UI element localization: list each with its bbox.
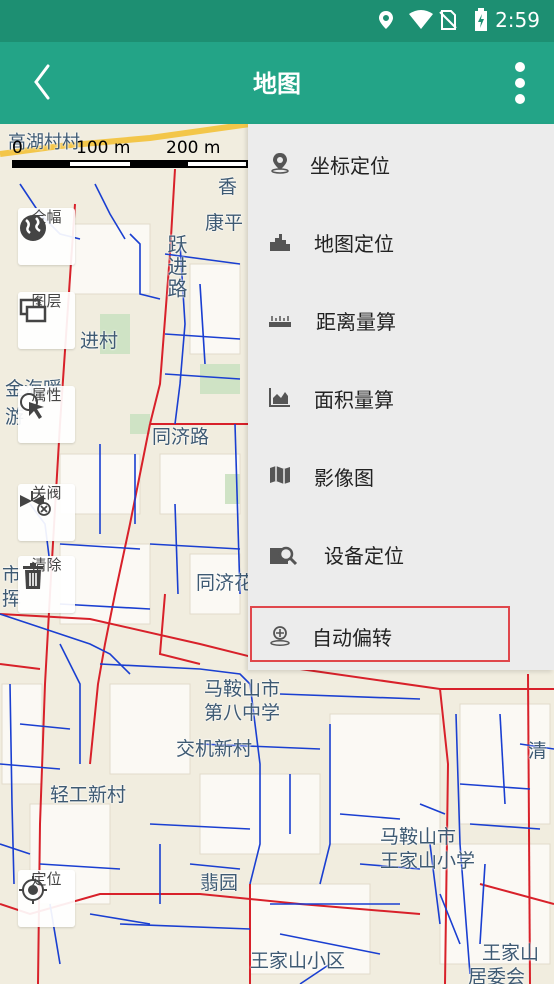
app-bar: 地图 bbox=[0, 42, 554, 124]
ruler-icon bbox=[269, 316, 291, 327]
overflow-menu: 坐标定位 地图定位 距离量算 面积量算 影像图 设备定位 自动偏转 bbox=[248, 124, 554, 670]
menu-item-label: 地图定位 bbox=[314, 232, 394, 256]
map-label: 第八中学 bbox=[204, 702, 281, 724]
trash-icon bbox=[23, 563, 43, 589]
map-label: 王家山小区 bbox=[250, 950, 346, 972]
scale-bar: 0 100 m 200 m bbox=[12, 138, 248, 172]
map-label: 王家山小学 bbox=[380, 850, 476, 872]
location-icon bbox=[379, 11, 393, 29]
map-label: 跃进路 bbox=[164, 234, 188, 300]
map-label: 交机新村 bbox=[176, 738, 253, 760]
tool-close-valve-button[interactable]: 关阀 bbox=[18, 484, 75, 541]
menu-item-distance-measure[interactable]: 距离量算 bbox=[248, 280, 554, 358]
map-label: 翡园 bbox=[200, 872, 239, 894]
map-label: 同济花 bbox=[196, 572, 254, 594]
globe-icon bbox=[20, 215, 46, 241]
page-title: 地图 bbox=[253, 70, 301, 98]
tool-locate-button[interactable]: 定位 bbox=[18, 870, 75, 927]
status-bar: 2:59 bbox=[0, 0, 554, 42]
more-vert-icon[interactable] bbox=[508, 60, 532, 106]
pin-icon bbox=[271, 153, 289, 174]
map-label: 轻工新村 bbox=[50, 784, 127, 806]
menu-item-coordinate-locate[interactable]: 坐标定位 bbox=[248, 124, 554, 202]
city-icon bbox=[270, 234, 290, 251]
menu-item-device-locate[interactable]: 设备定位 bbox=[248, 514, 554, 592]
area-chart-icon bbox=[269, 388, 290, 407]
map-label: 进村 bbox=[80, 330, 119, 352]
scale-label: 200 m bbox=[166, 138, 221, 158]
map-label: 清 bbox=[528, 740, 548, 762]
menu-item-label: 面积量算 bbox=[314, 388, 394, 412]
menu-item-label: 自动偏转 bbox=[312, 626, 392, 650]
battery-charging-icon bbox=[475, 8, 487, 31]
scale-label: 100 m bbox=[76, 138, 131, 158]
scale-label: 0 bbox=[12, 138, 23, 158]
map-label: 王家山 bbox=[482, 942, 540, 964]
map-label: 马鞍山市 bbox=[380, 826, 457, 848]
menu-item-imagery[interactable]: 影像图 bbox=[248, 436, 554, 514]
map-label: 同济路 bbox=[152, 426, 210, 448]
crosshair-icon bbox=[19, 876, 47, 904]
scale-bar-graphic bbox=[12, 160, 248, 168]
tool-full-extent-button[interactable]: 全幅 bbox=[18, 208, 75, 265]
map-label: 香 bbox=[218, 176, 238, 198]
map-image-icon bbox=[270, 466, 290, 484]
wifi-icon bbox=[409, 10, 433, 29]
menu-item-label: 影像图 bbox=[314, 466, 374, 490]
status-time: 2:59 bbox=[495, 8, 540, 32]
device-search-icon bbox=[270, 546, 298, 566]
pointer-click-icon bbox=[20, 393, 44, 419]
tool-attributes-button[interactable]: 属性 bbox=[18, 386, 75, 443]
tool-layers-button[interactable]: 图层 bbox=[18, 292, 75, 349]
tool-clear-button[interactable]: 清除 bbox=[18, 556, 75, 613]
no-sim-icon bbox=[439, 10, 457, 30]
menu-item-auto-rotate[interactable]: 自动偏转 bbox=[250, 606, 510, 662]
menu-item-map-locate[interactable]: 地图定位 bbox=[248, 202, 554, 280]
menu-item-area-measure[interactable]: 面积量算 bbox=[248, 358, 554, 436]
menu-item-label: 坐标定位 bbox=[310, 154, 390, 178]
menu-item-label: 设备定位 bbox=[324, 544, 404, 568]
map-label: 居委会 bbox=[468, 966, 526, 984]
map-label: 马鞍山市 bbox=[204, 678, 281, 700]
valve-icon bbox=[20, 491, 51, 516]
layers-icon bbox=[19, 298, 47, 323]
menu-item-label: 距离量算 bbox=[316, 310, 396, 334]
auto-rotate-icon bbox=[270, 626, 290, 646]
map-label: 康平 bbox=[205, 212, 244, 234]
